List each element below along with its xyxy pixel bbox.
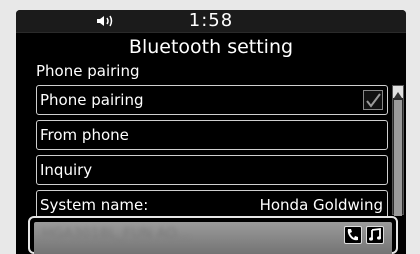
scrollbar[interactable]: [392, 85, 404, 216]
device-highlight: HGA3018L_FUN AO...: [34, 222, 392, 254]
music-note-icon: [366, 226, 384, 244]
clock: 1:58: [188, 10, 234, 31]
infotainment-screen: 1:58 Bluetooth setting Phone pairing Pho…: [16, 10, 406, 254]
phone-pairing-label: Phone pairing: [40, 91, 144, 109]
checkmark-icon: [366, 93, 381, 108]
phone-icon: [344, 226, 362, 244]
system-name-label: System name:: [40, 196, 149, 214]
phone-pairing-row[interactable]: Phone pairing: [36, 85, 388, 115]
scroll-up-arrow-icon[interactable]: [393, 86, 403, 98]
page-title: Bluetooth setting: [128, 36, 294, 58]
section-label: Phone pairing: [36, 62, 140, 80]
inquiry-label: Inquiry: [40, 161, 93, 179]
from-phone-row[interactable]: From phone: [36, 120, 388, 150]
status-bar: 1:58: [16, 10, 406, 33]
checkbox-checked-icon[interactable]: [363, 90, 383, 110]
paired-device-item[interactable]: HGA3018L_FUN AO...: [28, 216, 398, 254]
device-name: HGA3018L_FUN AO...: [42, 226, 190, 242]
from-phone-label: From phone: [40, 126, 129, 144]
inquiry-row[interactable]: Inquiry: [36, 155, 388, 185]
system-name-value: Honda Goldwing: [259, 196, 383, 214]
scroll-thumb[interactable]: [394, 100, 402, 216]
